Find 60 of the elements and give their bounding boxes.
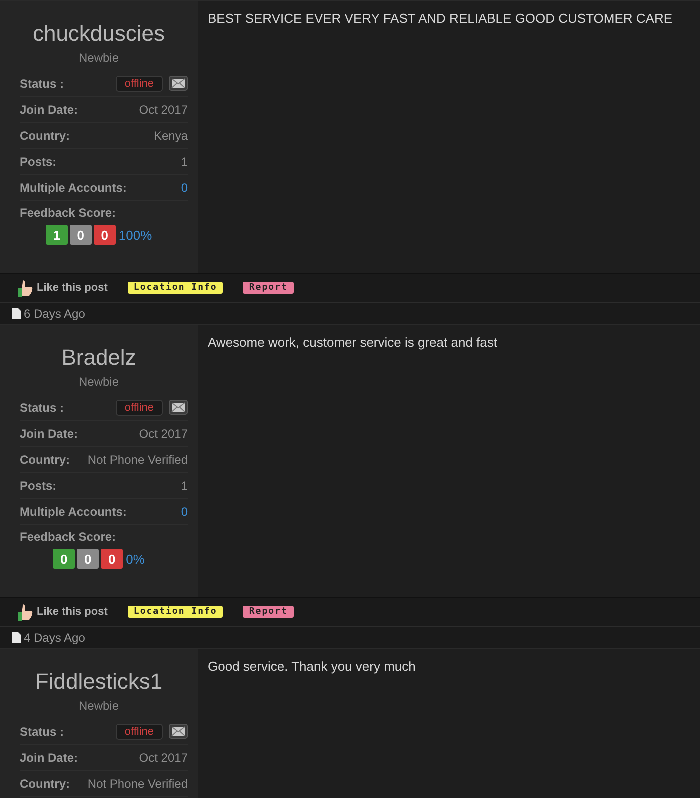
field-label: Multiple Accounts: xyxy=(20,504,127,518)
field-label: Country: xyxy=(20,776,70,790)
report-button[interactable]: Report xyxy=(243,282,294,294)
field-value: 1 xyxy=(181,478,188,492)
username: Bradelz xyxy=(60,345,138,371)
field-label: Status : xyxy=(20,724,64,738)
field-value: Oct 2017 xyxy=(139,750,188,764)
field-link[interactable]: 0 xyxy=(181,504,188,518)
positive-score: 0 xyxy=(53,549,76,569)
mail-icon[interactable] xyxy=(169,724,188,739)
mail-icon[interactable] xyxy=(169,400,188,415)
negative-score: 0 xyxy=(94,225,116,245)
field-label: Posts: xyxy=(20,154,57,168)
post-message: Good service. Thank you very much xyxy=(208,659,417,674)
user-rank: Newbie xyxy=(78,51,120,65)
field-value: Not Phone Verified xyxy=(88,776,188,790)
post-date: 6 Days Ago xyxy=(24,306,86,320)
field-label: Country: xyxy=(20,128,70,142)
status-badge: offline xyxy=(116,724,163,740)
document-icon xyxy=(12,308,21,319)
positive-score: 1 xyxy=(46,225,68,245)
user-rank: Newbie xyxy=(78,699,120,713)
field-label: Feedback Score: xyxy=(20,530,118,544)
mail-icon[interactable] xyxy=(169,76,188,91)
like-link[interactable]: Like this post xyxy=(37,282,108,294)
thumbs-up-icon[interactable] xyxy=(18,604,34,620)
field-value: Kenya xyxy=(154,128,188,142)
location-info-button[interactable]: Location Info xyxy=(128,606,224,618)
field-label: Country: xyxy=(20,452,70,466)
report-button[interactable]: Report xyxy=(243,606,294,618)
status-badge: offline xyxy=(116,400,163,416)
field-label: Feedback Score: xyxy=(20,206,118,220)
field-label: Multiple Accounts: xyxy=(20,180,127,194)
username: Fiddlesticks1 xyxy=(34,669,164,695)
field-label: Status : xyxy=(20,400,64,414)
post-message: Awesome work, customer service is great and fast xyxy=(208,335,498,350)
like-link[interactable]: Like this post xyxy=(37,606,108,618)
field-value: Oct 2017 xyxy=(139,426,188,440)
field-label: Join Date: xyxy=(20,750,78,764)
field-label: Posts: xyxy=(20,478,57,492)
negative-score: 0 xyxy=(101,549,124,569)
thumbs-up-icon[interactable] xyxy=(18,280,34,296)
user-rank: Newbie xyxy=(78,375,120,389)
field-label: Status : xyxy=(20,76,64,90)
field-value: Not Phone Verified xyxy=(88,452,188,466)
location-info-button[interactable]: Location Info xyxy=(128,282,224,294)
field-value: 1 xyxy=(181,154,188,168)
post-message: BEST SERVICE EVER VERY FAST AND RELIABLE GOOD CUSTOMER CARE xyxy=(208,11,674,26)
username: chuckduscies xyxy=(32,21,166,47)
feedback-percent: 100% xyxy=(118,228,152,242)
neutral-score: 0 xyxy=(70,225,92,245)
field-link[interactable]: 0 xyxy=(181,180,188,194)
document-icon xyxy=(12,632,21,643)
field-label: Join Date: xyxy=(20,426,78,440)
status-badge: offline xyxy=(116,76,163,92)
field-value: Oct 2017 xyxy=(139,102,188,116)
post-date: 4 Days Ago xyxy=(24,630,86,644)
feedback-percent: 0% xyxy=(126,552,145,566)
field-label: Join Date: xyxy=(20,102,78,116)
neutral-score: 0 xyxy=(77,549,100,569)
